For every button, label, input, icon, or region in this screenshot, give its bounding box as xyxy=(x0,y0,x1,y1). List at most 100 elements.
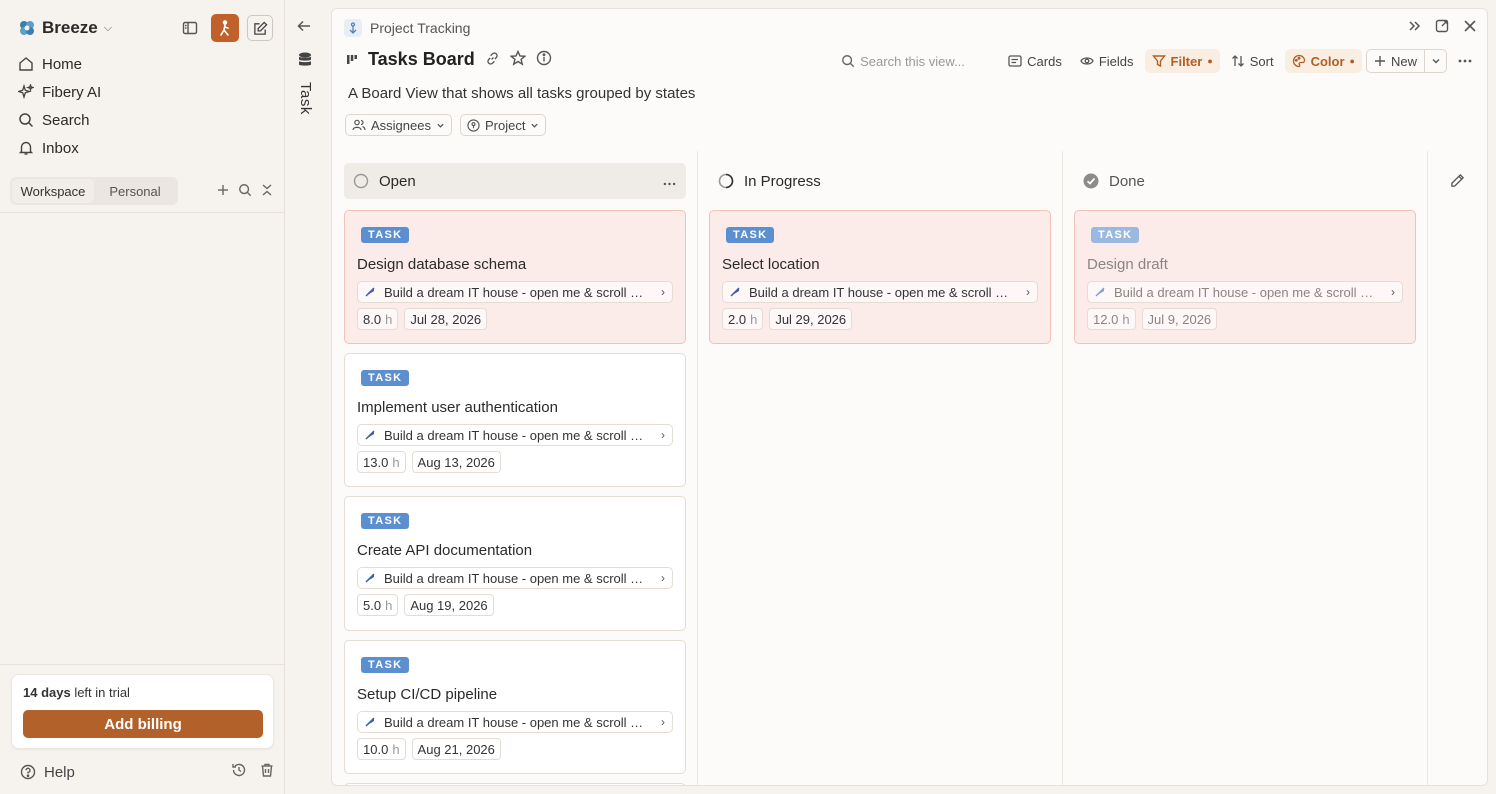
help-link[interactable]: Help xyxy=(44,764,75,781)
board-icon xyxy=(347,54,357,64)
toggle-sidebar-button[interactable] xyxy=(177,15,203,41)
task-card[interactable]: TASK Implement user authentication Build… xyxy=(344,353,686,487)
open-fullscreen-button[interactable] xyxy=(1435,19,1449,36)
edit-square-icon xyxy=(253,20,268,35)
card-project-relation[interactable]: Build a dream IT house - open me & scrol… xyxy=(357,567,673,589)
history-button[interactable] xyxy=(231,762,247,782)
back-button[interactable] xyxy=(296,18,312,37)
tab-personal[interactable]: Personal xyxy=(94,179,176,203)
task-card[interactable]: TASK Design database schema Build a drea… xyxy=(344,210,686,344)
column-separator xyxy=(697,151,698,785)
filter-label: Filter xyxy=(1170,53,1203,69)
card-metrics: 12.0 h Jul 9, 2026 xyxy=(1087,308,1218,330)
estimate-value: 8.0 xyxy=(363,311,382,327)
card-project-relation[interactable]: Build a dream IT house - open me & scrol… xyxy=(357,281,673,303)
chevron-right-icon: › xyxy=(1026,285,1030,299)
chevron-right-icon: › xyxy=(661,285,665,299)
column-options-button[interactable] xyxy=(663,173,676,190)
card-project-relation[interactable]: Build a dream IT house - open me & scrol… xyxy=(722,281,1038,303)
trash-icon xyxy=(261,763,273,777)
card-estimate[interactable]: 12.0 h xyxy=(1087,308,1136,330)
add-space-button[interactable] xyxy=(216,183,230,200)
project-filter[interactable]: Project xyxy=(459,114,547,136)
expand-panel-button[interactable] xyxy=(1407,19,1421,36)
card-title: Create API documentation xyxy=(357,542,533,559)
card-title: Setup CI/CD pipeline xyxy=(357,686,498,703)
sparkle-icon xyxy=(18,84,34,100)
more-horizontal-icon xyxy=(1458,59,1472,63)
sidebar-icon xyxy=(182,21,198,35)
assignees-filter[interactable]: Assignees xyxy=(345,114,452,136)
info-icon xyxy=(536,50,551,66)
task-card-partial[interactable] xyxy=(344,783,686,785)
card-due-date[interactable]: Jul 28, 2026 xyxy=(404,308,488,330)
estimate-unit: h xyxy=(1122,311,1130,327)
new-document-button[interactable] xyxy=(247,15,273,41)
card-estimate[interactable]: 8.0 h xyxy=(357,308,399,330)
card-estimate[interactable]: 13.0 h xyxy=(357,451,406,473)
nav-search[interactable]: Search xyxy=(14,106,274,134)
card-estimate[interactable]: 10.0 h xyxy=(357,738,406,760)
view-title[interactable]: Tasks Board xyxy=(368,49,475,70)
card-due-date[interactable]: Jul 29, 2026 xyxy=(769,308,853,330)
card-metrics: 13.0 h Aug 13, 2026 xyxy=(357,451,501,473)
sidebar-footer: Help xyxy=(20,760,275,784)
card-due-date[interactable]: Jul 9, 2026 xyxy=(1141,308,1218,330)
search-spaces-button[interactable] xyxy=(238,183,252,200)
collapse-all-button[interactable] xyxy=(260,183,274,200)
more-options-button[interactable] xyxy=(1451,49,1479,73)
card-due-date[interactable]: Aug 13, 2026 xyxy=(411,451,501,473)
view-search[interactable]: Search this view... xyxy=(839,49,989,73)
chevron-down-icon xyxy=(1432,59,1439,64)
card-estimate[interactable]: 5.0 h xyxy=(357,594,399,616)
column-header-open[interactable]: Open xyxy=(344,163,686,199)
entity-type-label[interactable]: Task xyxy=(297,82,314,115)
breadcrumb[interactable]: Project Tracking xyxy=(344,19,470,37)
project-link-icon xyxy=(730,287,740,297)
color-button[interactable]: Color ● xyxy=(1284,49,1362,73)
entity-strip: Task xyxy=(286,8,326,786)
nav-inbox[interactable]: Inbox xyxy=(14,134,274,162)
circle-open-icon xyxy=(353,173,369,189)
main-panel: Project Tracking Tasks Board Search this… xyxy=(331,8,1488,786)
card-metrics: 2.0 h Jul 29, 2026 xyxy=(722,308,853,330)
close-panel-button[interactable] xyxy=(1463,19,1477,36)
nav-home[interactable]: Home xyxy=(14,50,274,78)
nav-fibery-ai[interactable]: Fibery AI xyxy=(14,78,274,106)
column-header-done[interactable]: Done xyxy=(1074,163,1416,199)
copy-link-button[interactable] xyxy=(485,51,500,69)
trash-button[interactable] xyxy=(259,762,275,782)
card-due-date[interactable]: Aug 21, 2026 xyxy=(411,738,501,760)
user-avatar-button[interactable] xyxy=(211,14,239,42)
card-project-name: Build a dream IT house - open me & scrol… xyxy=(1114,284,1376,300)
tab-workspace[interactable]: Workspace xyxy=(12,179,94,203)
chevron-right-icon: › xyxy=(1391,285,1395,299)
info-button[interactable] xyxy=(536,50,552,69)
sort-button[interactable]: Sort xyxy=(1224,49,1281,73)
more-horizontal-icon xyxy=(663,182,676,185)
view-description[interactable]: A Board View that shows all tasks groupe… xyxy=(348,85,695,102)
new-options-dropdown[interactable] xyxy=(1424,50,1446,72)
chevron-down-icon: ⌵ xyxy=(103,21,113,34)
favorite-button[interactable] xyxy=(509,49,527,69)
new-entity-button[interactable]: New xyxy=(1367,54,1424,69)
card-due-date[interactable]: Aug 19, 2026 xyxy=(404,594,494,616)
card-project-relation[interactable]: Build a dream IT house - open me & scrol… xyxy=(1087,281,1403,303)
task-card[interactable]: TASK Design draft Build a dream IT house… xyxy=(1074,210,1416,344)
task-card[interactable]: TASK Setup CI/CD pipeline Build a dream … xyxy=(344,640,686,774)
add-billing-button[interactable]: Add billing xyxy=(23,710,263,738)
task-card[interactable]: TASK Create API documentation Build a dr… xyxy=(344,496,686,631)
card-project-name: Build a dream IT house - open me & scrol… xyxy=(384,284,646,300)
card-project-relation[interactable]: Build a dream IT house - open me & scrol… xyxy=(357,424,673,446)
card-estimate[interactable]: 2.0 h xyxy=(722,308,764,330)
column-header-in-progress[interactable]: In Progress xyxy=(709,163,1051,199)
cards-button[interactable]: Cards xyxy=(1001,49,1069,73)
users-icon xyxy=(352,119,366,131)
filter-button[interactable]: Filter ● xyxy=(1144,49,1220,73)
task-card[interactable]: TASK Select location Build a dream IT ho… xyxy=(709,210,1051,344)
card-project-relation[interactable]: Build a dream IT house - open me & scrol… xyxy=(357,711,673,733)
fields-button[interactable]: Fields xyxy=(1073,49,1141,73)
workspace-switcher[interactable]: Breeze ⌵ xyxy=(18,14,273,42)
card-project-name: Build a dream IT house - open me & scrol… xyxy=(749,284,1011,300)
edit-board-button[interactable] xyxy=(1450,173,1465,191)
